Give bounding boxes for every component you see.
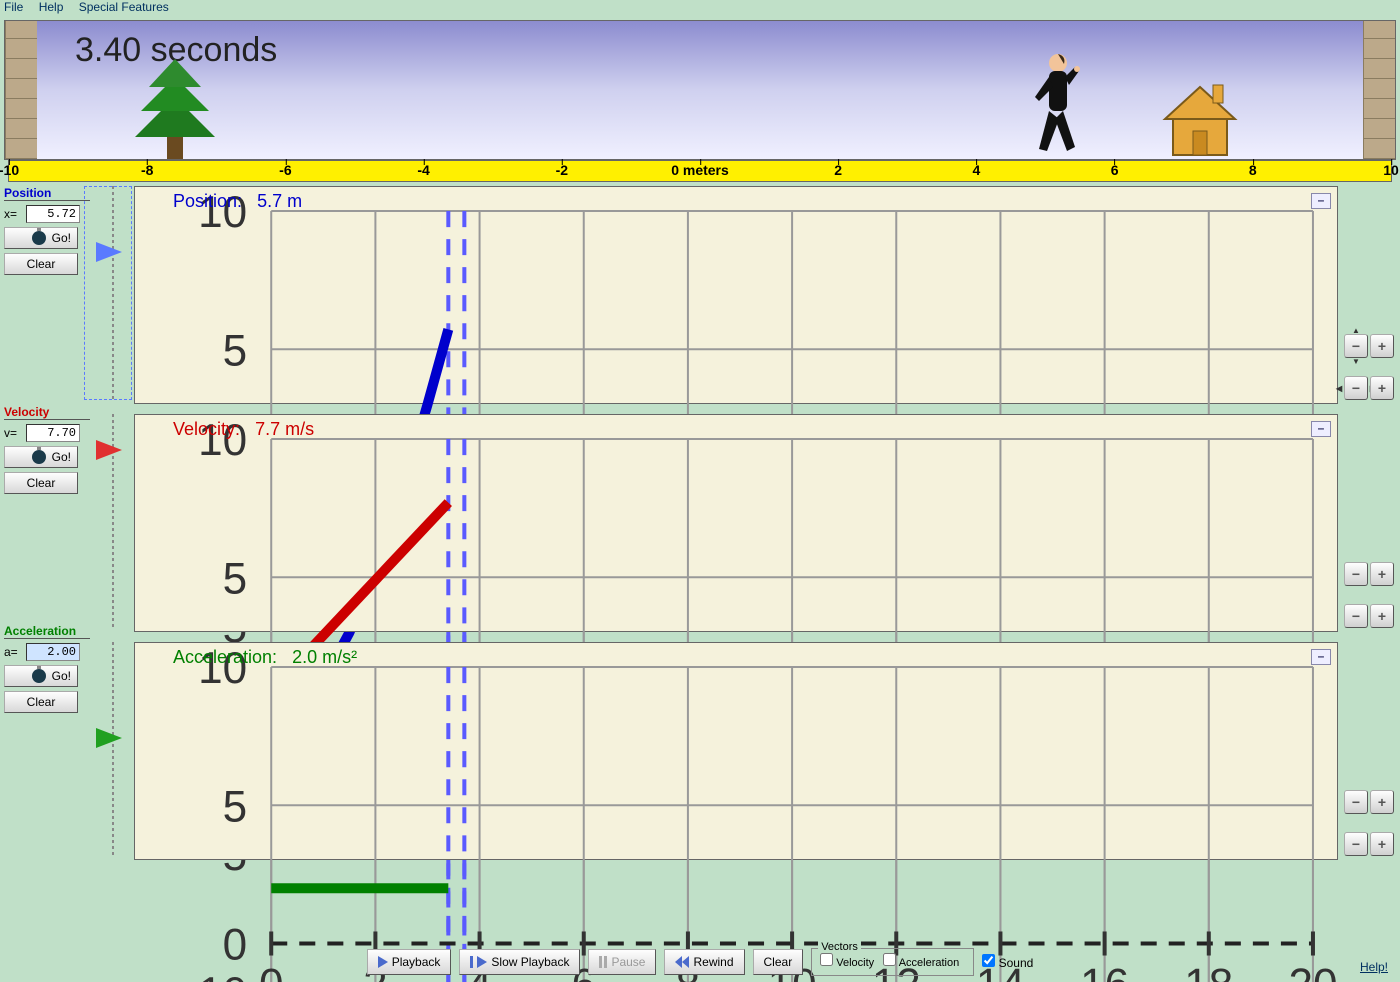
ruler-tick: 10: [1383, 159, 1399, 181]
zoom-in-y[interactable]: +: [1370, 562, 1394, 586]
acceleration-title: Acceleration: [4, 624, 90, 639]
bar-icon: [470, 956, 473, 968]
position-title: Position: [4, 186, 90, 201]
velocity-title: Velocity: [4, 405, 90, 420]
go-label: Go!: [52, 228, 71, 248]
collapse-button[interactable]: –: [1311, 649, 1331, 665]
slow-playback-button[interactable]: Slow Playback: [459, 949, 580, 975]
zoom-in-y[interactable]: +: [1370, 334, 1394, 358]
collapse-button[interactable]: –: [1311, 193, 1331, 209]
svg-text:5: 5: [223, 554, 248, 603]
sound-checkbox[interactable]: Sound: [982, 954, 1033, 970]
label: Pause: [611, 955, 645, 969]
velocity-panel: Velocity v= Go! Clear: [4, 405, 90, 494]
position-chart-title: Position: 5.7 m: [173, 191, 302, 212]
acceleration-clear-button[interactable]: Clear: [4, 691, 78, 713]
menu-help[interactable]: Help: [39, 0, 64, 14]
ruler-tick: 2: [834, 159, 842, 181]
zoom-in-y[interactable]: +: [1370, 790, 1394, 814]
clear-all-button[interactable]: Clear: [753, 949, 804, 975]
play-icon: [378, 956, 388, 968]
position-chart: -10-5051002468101214161820 Position: 5.7…: [134, 186, 1338, 404]
wall-right: [1363, 21, 1395, 159]
label: Playback: [392, 955, 441, 969]
acceleration-chart-title: Acceleration: 2.0 m/s²: [173, 647, 357, 668]
position-slider[interactable]: [94, 186, 130, 400]
position-clear-button[interactable]: Clear: [4, 253, 78, 275]
velocity-var: v=: [4, 426, 26, 440]
play-icon: [477, 956, 487, 968]
ruler-tick: 4: [972, 159, 980, 181]
menu-bar: File Help Special Features: [0, 0, 1400, 18]
zoom-out-y[interactable]: −: [1344, 562, 1368, 586]
go-label: Go!: [52, 447, 71, 467]
ruler-tick: -6: [279, 159, 291, 181]
vectors-velocity-checkbox[interactable]: Velocity: [820, 957, 874, 969]
stopwatch-icon: [32, 450, 46, 464]
ruler-tick: -10: [0, 159, 19, 181]
zoom-out-x[interactable]: −◀▶: [1344, 376, 1368, 400]
svg-text:5: 5: [223, 782, 248, 831]
acceleration-slider-thumb[interactable]: [96, 728, 122, 748]
acceleration-go-button[interactable]: Go!: [4, 665, 78, 687]
acceleration-var: a=: [4, 645, 26, 659]
stopwatch-icon: [32, 669, 46, 683]
wall-left: [5, 21, 37, 159]
tree-icon: [135, 49, 215, 159]
ruler-tick: 6: [1111, 159, 1119, 181]
acceleration-input[interactable]: [26, 643, 80, 661]
ruler-tick: 8: [1249, 159, 1257, 181]
playback-button[interactable]: Playback: [367, 949, 452, 975]
zoom-out-x[interactable]: −: [1344, 604, 1368, 628]
rewind-button[interactable]: Rewind: [664, 949, 744, 975]
stopwatch-icon: [32, 231, 46, 245]
playback-bar: Playback Slow Playback Pause Rewind Clea…: [0, 948, 1400, 976]
position-ruler: -10-8-6-4-20 meters246810: [8, 160, 1392, 182]
velocity-slider[interactable]: [94, 414, 130, 628]
vectors-accel-checkbox[interactable]: Acceleration: [883, 957, 959, 969]
label: Slow Playback: [491, 955, 569, 969]
menu-file[interactable]: File: [4, 0, 23, 14]
position-slider-thumb[interactable]: [96, 242, 122, 262]
pause-icon: [599, 956, 607, 968]
position-panel: Position x= Go! Clear: [4, 186, 90, 275]
label: Rewind: [693, 955, 733, 969]
ruler-tick: 0 meters: [671, 159, 729, 181]
pause-button[interactable]: Pause: [588, 949, 656, 975]
menu-special[interactable]: Special Features: [79, 0, 169, 14]
collapse-button[interactable]: –: [1311, 421, 1331, 437]
zoom-out-y[interactable]: −: [1344, 790, 1368, 814]
velocity-chart: -10-5051002468101214161820 Velocity: 7.7…: [134, 414, 1338, 632]
velocity-clear-button[interactable]: Clear: [4, 472, 78, 494]
svg-text:5: 5: [223, 326, 248, 375]
zoom-in-x[interactable]: +: [1370, 604, 1394, 628]
help-link[interactable]: Help!: [1360, 960, 1388, 974]
ruler-tick: -2: [556, 159, 568, 181]
zoom-out-y[interactable]: −▲▼: [1344, 334, 1368, 358]
acceleration-chart: -10-5051002468101214161820 Acceleration:…: [134, 642, 1338, 860]
vectors-legend: Vectors: [818, 941, 861, 953]
world-panel: 3.40 seconds: [4, 20, 1396, 160]
house-icon: [1155, 79, 1245, 159]
acceleration-slider[interactable]: [94, 642, 130, 856]
velocity-slider-thumb[interactable]: [96, 440, 122, 460]
zoom-in-x[interactable]: +: [1370, 376, 1394, 400]
ruler-tick: -8: [141, 159, 153, 181]
zoom-in-x[interactable]: +: [1370, 832, 1394, 856]
ruler-tick: -4: [417, 159, 429, 181]
walking-man[interactable]: [1025, 49, 1085, 159]
vectors-group: Vectors Velocity Acceleration: [811, 948, 974, 976]
go-label: Go!: [52, 666, 71, 686]
position-var: x=: [4, 207, 26, 221]
acceleration-panel: Acceleration a= Go! Clear: [4, 624, 90, 713]
velocity-input[interactable]: [26, 424, 80, 442]
zoom-out-x[interactable]: −: [1344, 832, 1368, 856]
velocity-chart-title: Velocity: 7.7 m/s: [173, 419, 314, 440]
velocity-go-button[interactable]: Go!: [4, 446, 78, 468]
rewind-icon: [675, 956, 689, 968]
position-go-button[interactable]: Go!: [4, 227, 78, 249]
position-input[interactable]: [26, 205, 80, 223]
